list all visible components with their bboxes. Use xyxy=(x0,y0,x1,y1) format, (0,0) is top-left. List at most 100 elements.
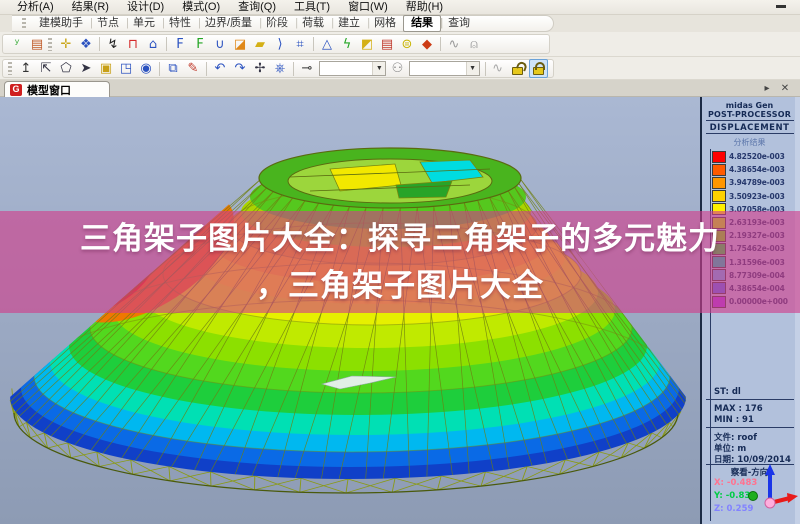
axis-triad-icon xyxy=(748,464,798,509)
banner-line-2: ，三角架子图片大全 xyxy=(256,268,544,303)
result-table-icon[interactable]: ▤ xyxy=(377,35,397,53)
max-node-label: MAX : 176 xyxy=(714,404,763,414)
animation-wave-icon[interactable]: ∿ xyxy=(489,60,507,78)
menu-工具[interactable]: 工具(T) xyxy=(285,0,339,14)
stress-contour-icon[interactable]: ▰ xyxy=(250,35,270,53)
chevron-down-icon[interactable]: ▼ xyxy=(372,62,386,75)
min-node-label: MIN : 91 xyxy=(714,415,754,425)
toolbar-separator xyxy=(440,37,441,51)
select-window-icon[interactable]: ▣ xyxy=(96,60,116,78)
toolbar-grip-icon[interactable] xyxy=(22,18,26,29)
solid-cube-icon[interactable]: ◆ xyxy=(417,35,437,53)
doc-tab-label: 模型窗口 xyxy=(27,84,71,97)
select-single-icon[interactable]: ⇱ xyxy=(36,60,56,78)
ribbon-tab-节点[interactable]: 节点 xyxy=(90,16,129,31)
lock-closed-icon xyxy=(532,62,545,75)
node-sphere-icon[interactable]: ⊜ xyxy=(397,35,417,53)
ribbon-tab-结果[interactable]: 结果 xyxy=(403,15,443,32)
toolbar-separator xyxy=(99,37,100,51)
ribbon-tab-荷载[interactable]: 荷载 xyxy=(295,16,334,31)
legend-entry: 3.94789e-003 xyxy=(712,176,788,189)
toolbar-separator xyxy=(166,37,167,51)
toolbar-drag-handle xyxy=(48,37,52,51)
force-contour-icon[interactable]: ◪ xyxy=(230,35,250,53)
model-box-icon[interactable]: ▤ xyxy=(27,35,47,53)
legend-swatch xyxy=(712,163,726,176)
unselect-wheel-icon[interactable]: ⎈ xyxy=(270,60,290,78)
loadcase-label: ST: dl xyxy=(714,387,741,397)
ribbon-tab-阶段[interactable]: 阶段 xyxy=(259,16,298,31)
chevron-down-icon[interactable]: ▼ xyxy=(465,62,479,75)
sigma-contour-icon[interactable]: ◩ xyxy=(357,35,377,53)
watermark-banner: 三角架子图片大全：探寻三角架子的多元魅力 ，三角架子图片大全 xyxy=(0,211,800,313)
toolbar-separator xyxy=(293,61,294,76)
legend-value: 3.94789e-003 xyxy=(729,178,785,188)
select-pen-icon[interactable]: ✎ xyxy=(183,60,203,78)
curvature-icon[interactable]: ⟩ xyxy=(270,35,290,53)
node-chain-icon[interactable]: ⊸ xyxy=(297,60,317,78)
toolbar-separator xyxy=(159,61,160,76)
lock-button[interactable] xyxy=(528,59,548,78)
ribbon-tab-特性[interactable]: 特性 xyxy=(162,16,201,31)
select-plane-icon[interactable]: ◳ xyxy=(116,60,136,78)
unlock-button[interactable] xyxy=(508,59,527,78)
force-diagram-icon[interactable]: F xyxy=(170,35,190,53)
menu-窗口[interactable]: 窗口(W) xyxy=(339,0,397,14)
ribbon-tab-单元[interactable]: 单元 xyxy=(126,16,165,31)
reaction-icon[interactable]: ↯ xyxy=(103,35,123,53)
select-previous-icon[interactable]: ↶ xyxy=(210,60,230,78)
group-tree-icon[interactable]: ⚇ xyxy=(388,60,406,78)
active-group-combo[interactable]: ▼ xyxy=(408,61,480,76)
select-polygon-icon[interactable]: ⬠ xyxy=(56,60,76,78)
truss-view-icon[interactable]: ⌂ xyxy=(143,35,163,53)
tab-model-window[interactable]: G 模型窗口 xyxy=(4,81,110,97)
time-history-icon[interactable]: ∿ xyxy=(444,35,464,53)
menu-查询[interactable]: 查询(Q) xyxy=(229,0,285,14)
select-volume-icon[interactable]: ◉ xyxy=(136,60,156,78)
stage-result-icon[interactable]: ⍝ xyxy=(464,35,484,53)
midas-logo-icon: G xyxy=(10,83,22,96)
legend-entry: 3.50923e-003 xyxy=(712,190,788,203)
ribbon-tab-建模助手[interactable]: 建模助手 xyxy=(32,16,93,31)
select-recent-icon[interactable]: ↷ xyxy=(230,60,250,78)
named-selection-combo[interactable]: ▼ xyxy=(319,61,387,76)
menu-帮助[interactable]: 帮助(H) xyxy=(397,0,452,14)
menu-结果[interactable]: 结果(R) xyxy=(63,0,118,14)
divider xyxy=(706,120,794,121)
pick-node-icon[interactable]: ↥ xyxy=(16,60,36,78)
divider xyxy=(706,427,794,428)
menu-设计[interactable]: 设计(D) xyxy=(118,0,173,14)
grid-result-icon[interactable]: ⌗ xyxy=(290,35,310,53)
ribbon-tab-建立[interactable]: 建立 xyxy=(331,16,370,31)
menu-items: 分析(A) 结果(R) 设计(D) 模式(O) 查询(Q) 工具(T) 窗口(W) 帮助(H) xyxy=(8,0,452,14)
result-type-label: DISPLACEMENT xyxy=(709,123,790,133)
ribbon-tab-边界/质量[interactable]: 边界/质量 xyxy=(198,16,262,31)
select-identity-icon[interactable]: ⧉ xyxy=(163,60,183,78)
vibration-mode-icon[interactable]: ❖ xyxy=(76,35,96,53)
tab-close-icon[interactable]: ✕ xyxy=(778,82,792,95)
ribbon-tab-查询[interactable]: 查询 xyxy=(441,16,477,31)
force-arrow-icon[interactable]: F xyxy=(190,35,210,53)
legend-swatch xyxy=(712,190,726,203)
legend-entry: 4.82520e-003 xyxy=(712,150,788,163)
moment-diagram-icon[interactable]: ∪ xyxy=(210,35,230,53)
select-intersect-icon[interactable]: ➤ xyxy=(76,60,96,78)
toolbar-separator xyxy=(313,37,314,51)
sigma-lightning-icon[interactable]: ϟ xyxy=(337,35,357,53)
toolbar-separator xyxy=(484,61,486,76)
frame-deform-icon[interactable]: ⊓ xyxy=(123,35,143,53)
banner-line-1: 三角架子图片大全：探寻三角架子的多元魅力 xyxy=(80,221,720,256)
minimize-dash-icon[interactable] xyxy=(776,5,786,8)
toolbar-separator xyxy=(206,61,207,76)
select-all-icon[interactable]: ✢ xyxy=(250,60,270,78)
sigma-triangle-icon[interactable]: △ xyxy=(317,35,337,53)
menu-分析[interactable]: 分析(A) xyxy=(8,0,63,14)
divider xyxy=(706,133,794,134)
ribbon-tab-网格[interactable]: 网格 xyxy=(367,16,406,31)
document-tab-bar: G 模型窗口 ▸ ✕ xyxy=(0,80,800,97)
tab-scroll-next-icon[interactable]: ▸ xyxy=(760,82,774,95)
deformed-shape-icon[interactable]: ✛ xyxy=(56,35,76,53)
legend-value: 3.50923e-003 xyxy=(729,191,785,201)
axis-icon[interactable]: ʸ xyxy=(7,35,27,53)
menu-模式[interactable]: 模式(O) xyxy=(173,0,229,14)
